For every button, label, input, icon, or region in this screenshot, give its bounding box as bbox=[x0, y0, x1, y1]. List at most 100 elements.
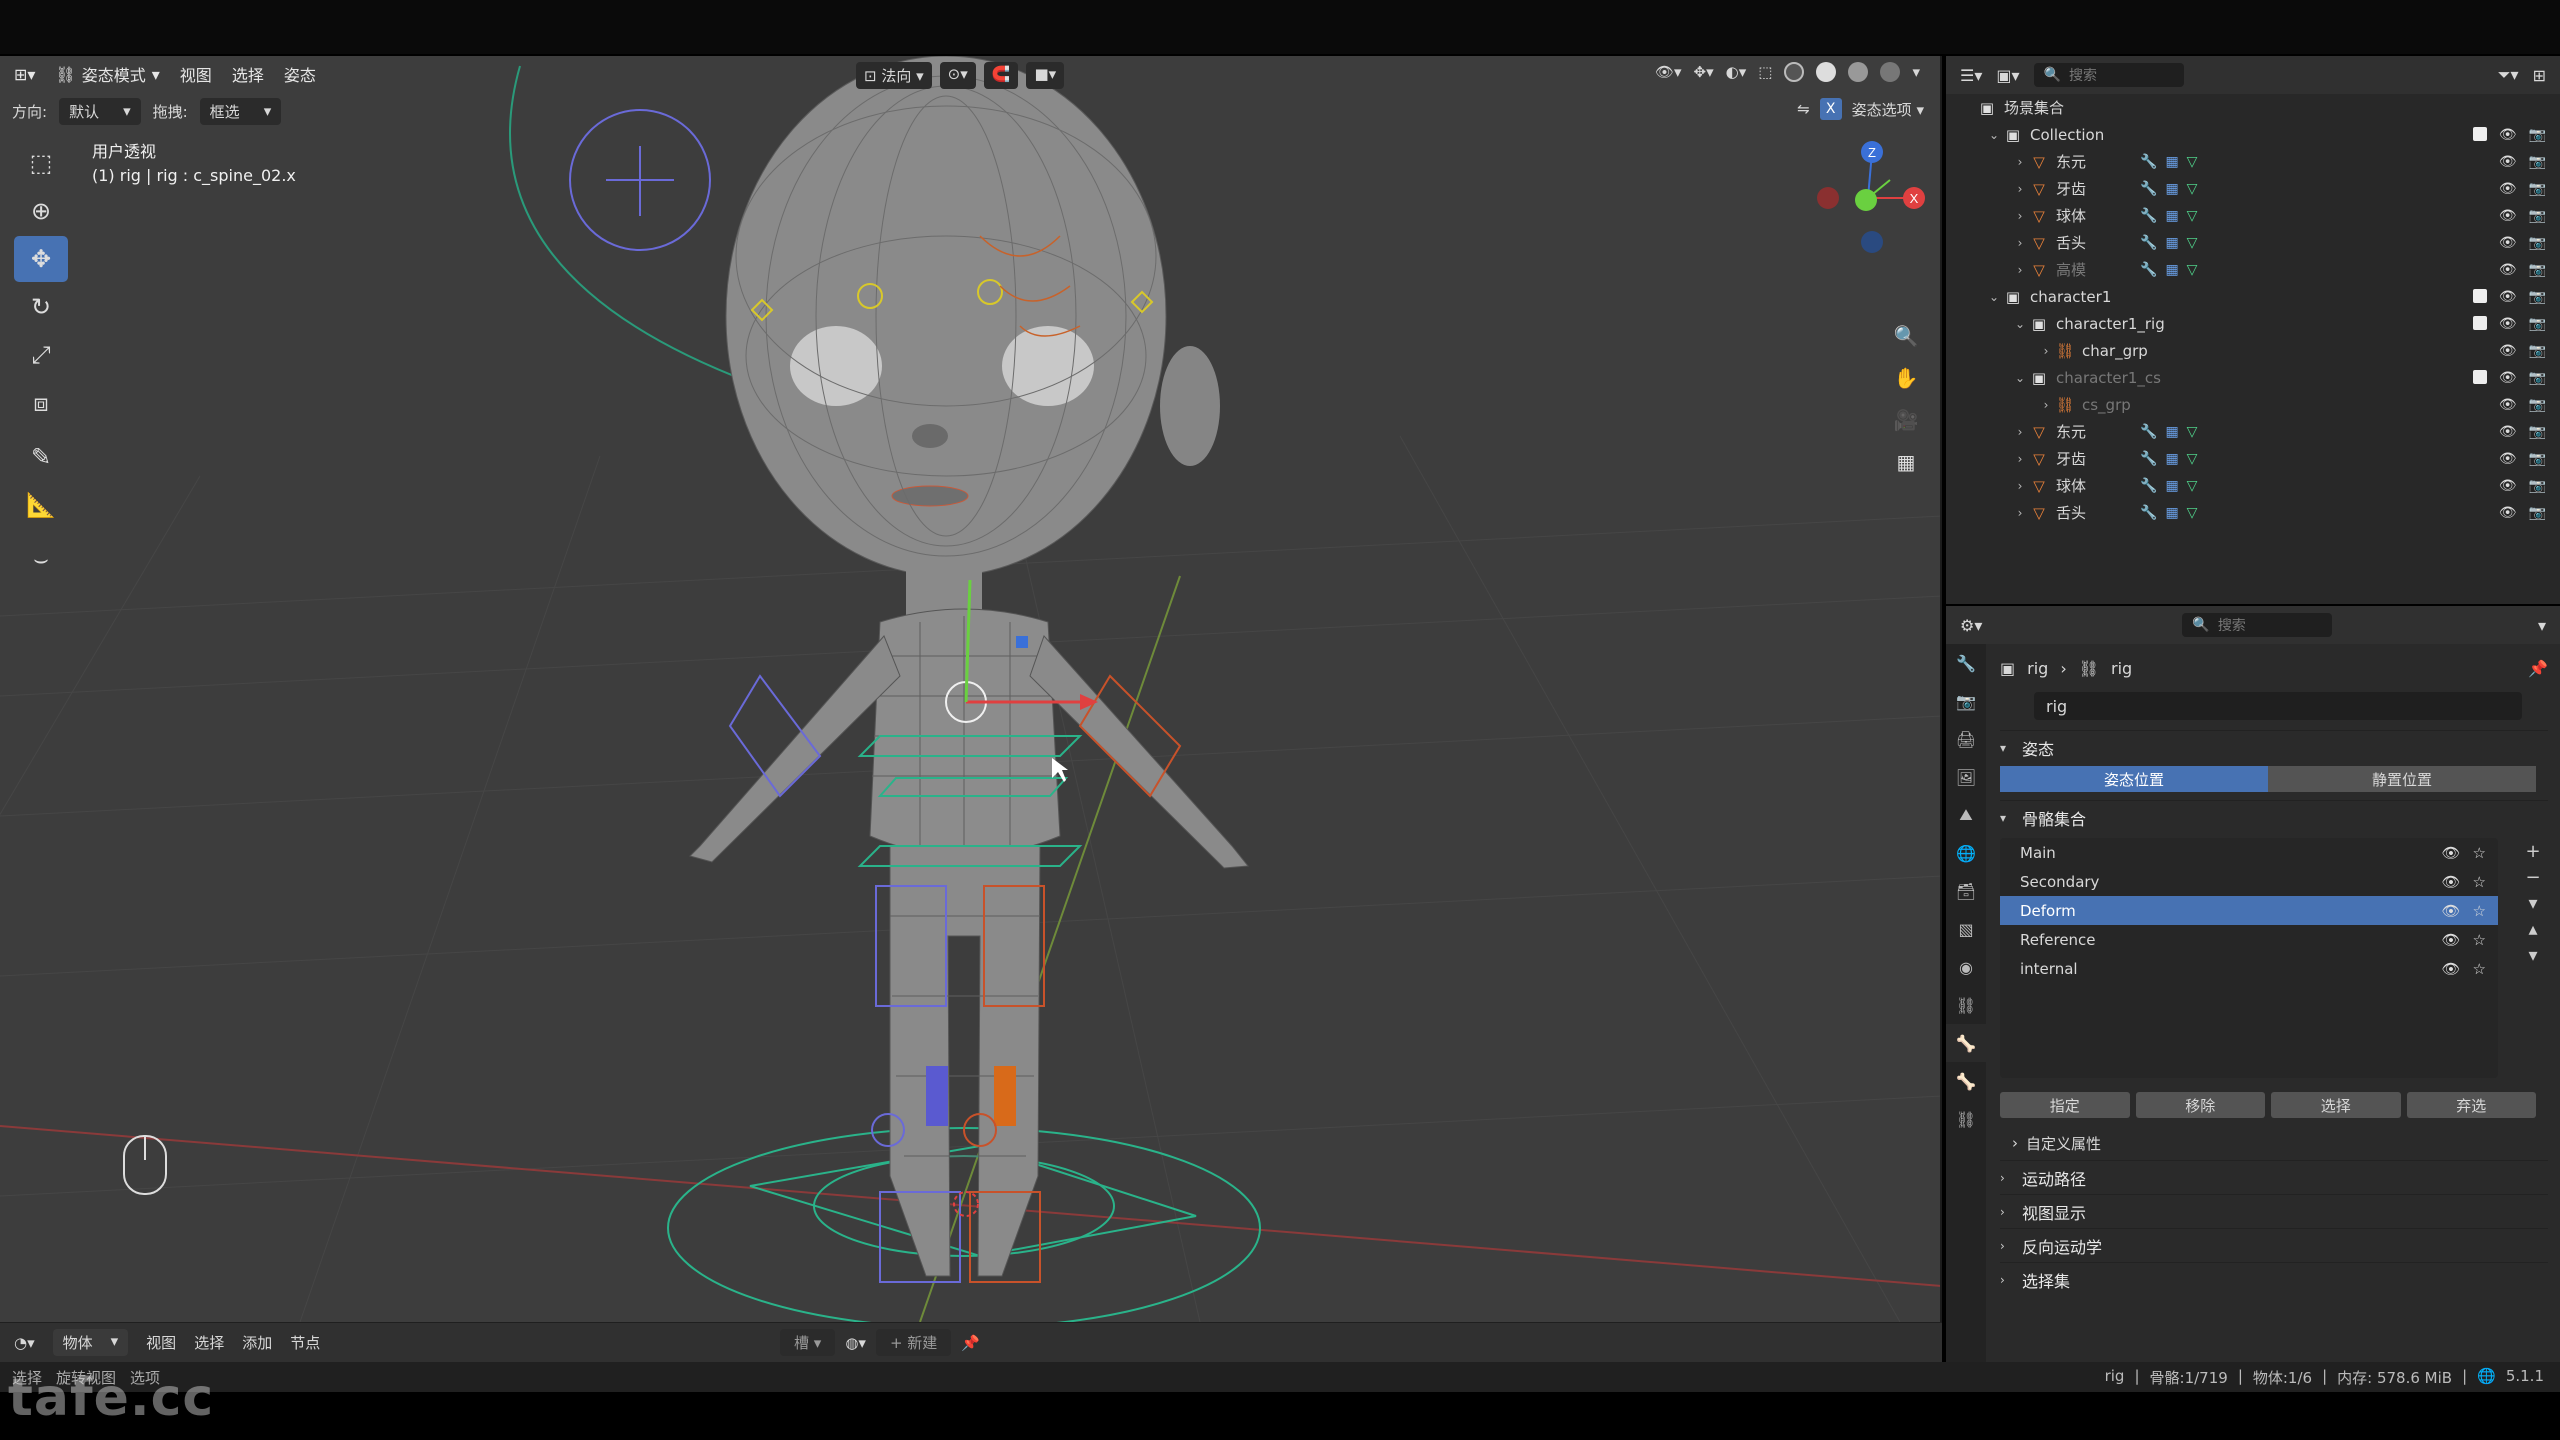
3d-viewport[interactable]: Z X ⊞▾ ⛓ 姿态模式 ▾ 视图 选择 姿态 ⊡ 法向 ▾ ⊙▾ 🧲 ■▾ 👁▾… bbox=[0, 56, 1942, 1322]
chevron-right-icon[interactable]: › bbox=[2012, 452, 2028, 466]
eye-icon[interactable]: 👁 bbox=[2499, 505, 2517, 521]
pose-options-dropdown[interactable]: 姿态选项 ▾ bbox=[1852, 99, 1924, 120]
chevron-down-icon[interactable]: ⌄ bbox=[2012, 317, 2028, 331]
chevron-right-icon[interactable]: › bbox=[2012, 155, 2028, 169]
outliner-row[interactable]: ▣ 场景集合 bbox=[1946, 94, 2560, 121]
remove-collection-button[interactable]: − bbox=[2518, 864, 2548, 890]
eye-icon[interactable]: 👁 bbox=[2499, 262, 2517, 278]
new-collection-icon[interactable]: ⊞ bbox=[2533, 66, 2546, 85]
outliner-row[interactable]: › ▽ 舌头 🔧 ▦ ▽ 👁 📷 bbox=[1946, 229, 2560, 256]
outliner-row[interactable]: › ⛓ cs_grp 👁 📷 bbox=[1946, 391, 2560, 418]
scale-tool[interactable]: ⤢ bbox=[14, 332, 68, 378]
outliner-row[interactable]: ⌄ ▣ character1_cs 👁 📷 bbox=[1946, 364, 2560, 391]
x-mirror-toggle[interactable]: X bbox=[1819, 98, 1842, 120]
outliner-row[interactable]: ⌄ ▣ Collection 👁 📷 bbox=[1946, 121, 2560, 148]
solid-shading[interactable] bbox=[1816, 62, 1837, 82]
camera-icon[interactable]: 📷 bbox=[2529, 478, 2546, 494]
rendered-shading[interactable] bbox=[1880, 62, 1901, 82]
character-arm-left[interactable] bbox=[689, 635, 901, 863]
camera-icon[interactable]: 📷 bbox=[2529, 451, 2546, 467]
eye-icon[interactable]: 👁 bbox=[2499, 289, 2517, 305]
eye-icon[interactable]: 👁 bbox=[2499, 181, 2517, 197]
rest-position-button[interactable]: 静置位置 bbox=[2268, 766, 2536, 792]
chevron-right-icon[interactable]: › bbox=[2012, 263, 2028, 277]
outliner-row[interactable]: › ▽ 舌头 🔧 ▦ ▽ 👁 📷 bbox=[1946, 499, 2560, 526]
star-icon[interactable]: ☆ bbox=[2473, 960, 2486, 978]
editor-type-icon[interactable]: ☰▾ bbox=[1960, 66, 1982, 85]
outliner-row[interactable]: › ▽ 牙齿 🔧 ▦ ▽ 👁 📷 bbox=[1946, 445, 2560, 472]
mirror-icon[interactable]: ⇋ bbox=[1797, 100, 1810, 118]
chevron-down-icon[interactable]: ⌄ bbox=[1986, 128, 2002, 142]
camera-icon[interactable]: 📷 bbox=[2529, 208, 2546, 224]
rotate-tool[interactable]: ↻ bbox=[14, 284, 68, 330]
properties-search[interactable]: 🔍 搜索 bbox=[2182, 613, 2333, 637]
move-tool[interactable]: ✥ bbox=[14, 236, 68, 282]
tab-collection[interactable]: 🗃 bbox=[1946, 872, 1986, 910]
tab-world[interactable]: 🌐 bbox=[1946, 834, 1986, 872]
eye-icon[interactable]: 👁 bbox=[2499, 235, 2517, 251]
chevron-right-icon[interactable]: › bbox=[2038, 344, 2054, 358]
new-material-button[interactable]: + 新建 bbox=[875, 1329, 952, 1356]
camera-icon[interactable]: 📷 bbox=[2529, 343, 2546, 359]
camera-view-button[interactable]: 🎥 bbox=[1888, 402, 1924, 438]
collapsed-panel-header[interactable]: › 视图显示 bbox=[2000, 1194, 2548, 1228]
camera-icon[interactable]: 📷 bbox=[2529, 235, 2546, 251]
outliner-search[interactable]: 🔍 搜索 bbox=[2033, 63, 2184, 87]
material-shading[interactable] bbox=[1848, 62, 1869, 82]
add-collection-button[interactable]: + bbox=[2518, 838, 2548, 864]
star-icon[interactable]: ☆ bbox=[2473, 902, 2486, 920]
tab-tool[interactable]: 🔧 bbox=[1946, 644, 1986, 682]
eye-icon[interactable]: 👁 bbox=[2499, 451, 2517, 467]
tab-armature[interactable]: 🦴 bbox=[1946, 1024, 1986, 1062]
pan-button[interactable]: ✋ bbox=[1888, 360, 1924, 396]
eye-icon[interactable]: 👁 bbox=[2499, 370, 2517, 386]
filter-icon[interactable]: ⏷▾ bbox=[2498, 65, 2519, 85]
slot-dropdown[interactable]: 槽 ▾ bbox=[780, 1329, 836, 1356]
bone-collection-row[interactable]: Main 👁 ☆ bbox=[2000, 838, 2498, 867]
outliner-row[interactable]: › ▽ 东元 🔧 ▦ ▽ 👁 📷 bbox=[1946, 418, 2560, 445]
tab-scene[interactable]: ⛰ bbox=[1946, 796, 1986, 834]
nav-gizmo-neg-z[interactable] bbox=[1861, 231, 1883, 253]
camera-icon[interactable]: 📷 bbox=[2529, 316, 2546, 332]
exclude-checkbox[interactable] bbox=[2472, 315, 2487, 330]
eye-icon[interactable]: 👁 bbox=[2499, 208, 2517, 224]
head-control-arc[interactable] bbox=[509, 65, 761, 387]
camera-icon[interactable]: 📷 bbox=[2529, 289, 2546, 305]
outliner-row[interactable]: ⌄ ▣ character1 👁 📷 bbox=[1946, 283, 2560, 310]
menu-pose[interactable]: 姿态 bbox=[284, 62, 316, 86]
visibility-icon[interactable]: 👁▾ bbox=[1655, 63, 1682, 81]
transform-orientation-dropdown[interactable]: ⊡ 法向 ▾ bbox=[856, 62, 932, 89]
eye-icon[interactable]: 👁 bbox=[2499, 478, 2517, 494]
shading-options-icon[interactable]: ▾ bbox=[1912, 63, 1920, 81]
eye-icon[interactable]: 👁 bbox=[2499, 397, 2517, 413]
cursor-tool[interactable]: ⊕ bbox=[14, 188, 68, 234]
camera-icon[interactable]: 📷 bbox=[2529, 397, 2546, 413]
star-icon[interactable]: ☆ bbox=[2473, 873, 2486, 891]
chevron-right-icon[interactable]: › bbox=[2012, 425, 2028, 439]
exclude-checkbox[interactable] bbox=[2472, 126, 2487, 141]
editor-type-icon[interactable]: ⚙▾ bbox=[1960, 616, 1982, 635]
tab-render[interactable]: 📷 bbox=[1946, 682, 1986, 720]
collapsed-panel-header[interactable]: › 反向运动学 bbox=[2000, 1228, 2548, 1262]
ortho-toggle-button[interactable]: ▦ bbox=[1888, 444, 1924, 480]
armature-name-field[interactable]: rig bbox=[2034, 692, 2522, 720]
camera-icon[interactable]: 📷 bbox=[2529, 505, 2546, 521]
nav-gizmo-neg-x[interactable] bbox=[1817, 187, 1839, 209]
eye-icon[interactable]: 👁 bbox=[2499, 127, 2517, 143]
measure-tool[interactable]: 📐 bbox=[14, 482, 68, 528]
pin-icon[interactable]: 📌 bbox=[2528, 659, 2548, 678]
menu-view[interactable]: 视图 bbox=[180, 62, 212, 86]
mode-dropdown[interactable]: ⛓ 姿态模式 ▾ bbox=[55, 62, 159, 86]
character-legs[interactable] bbox=[889, 845, 1041, 1277]
bone-collections-list[interactable]: Main 👁 ☆ Secondary 👁 ☆ Deform 👁 ☆ Reference 👁 ☆ inte… bbox=[2000, 838, 2498, 1078]
outliner-row[interactable]: › ▽ 高模 🔧 ▦ ▽ 👁 📷 bbox=[1946, 256, 2560, 283]
select-box-tool[interactable]: ⬚ bbox=[14, 140, 68, 186]
display-mode-icon[interactable]: ▣▾ bbox=[1996, 66, 2019, 85]
outliner-row[interactable]: › ▽ 牙齿 🔧 ▦ ▽ 👁 📷 bbox=[1946, 175, 2560, 202]
menu-view[interactable]: 视图 bbox=[146, 1332, 176, 1353]
wireframe-shading[interactable] bbox=[1784, 62, 1805, 82]
collapsed-panel-header[interactable]: › 选择集 bbox=[2000, 1262, 2548, 1296]
move-up-button[interactable]: ▴ bbox=[2518, 916, 2548, 942]
pin-icon[interactable]: 📌 bbox=[961, 1334, 980, 1352]
outliner-row[interactable]: › ⛓ char_grp 👁 📷 bbox=[1946, 337, 2560, 364]
